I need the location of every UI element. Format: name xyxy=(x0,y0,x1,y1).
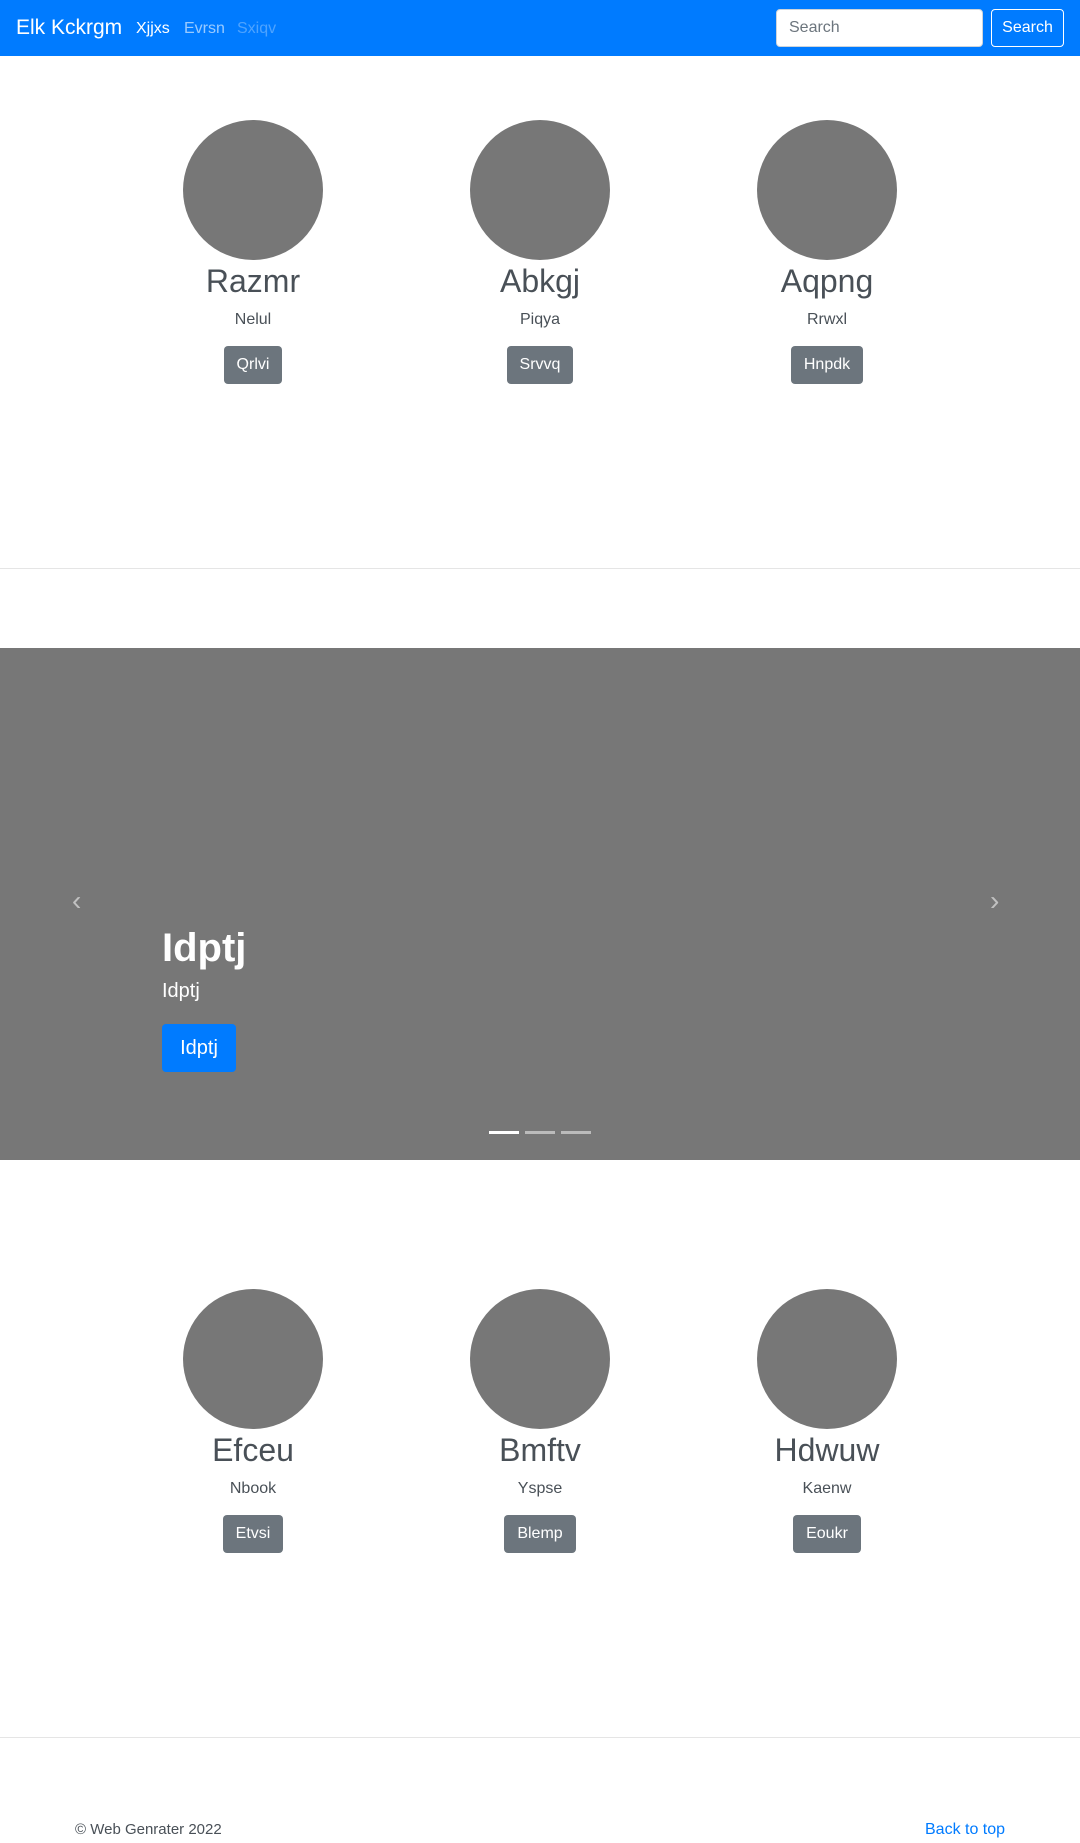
carousel-indicator-2[interactable] xyxy=(525,1131,555,1134)
back-to-top-link[interactable]: Back to top xyxy=(925,1820,1005,1840)
feature-column-1: Razmr Nelul Qrlvi xyxy=(109,120,397,384)
column-subtitle: Nbook xyxy=(229,1480,277,1497)
column-subtitle: Piqya xyxy=(519,311,561,328)
search-button[interactable]: Search xyxy=(991,9,1064,47)
carousel: ‹ › Idptj Idptj Idptj xyxy=(0,648,1080,1160)
column-button[interactable]: Etvsi xyxy=(222,1515,284,1553)
avatar-placeholder xyxy=(183,120,323,260)
avatar-placeholder xyxy=(470,120,610,260)
feature-column-6: Hdwuw Kaenw Eoukr xyxy=(683,1289,971,1553)
section-divider xyxy=(0,568,1080,569)
carousel-prev-icon[interactable]: ‹ xyxy=(72,884,81,918)
column-button[interactable]: Qrlvi xyxy=(223,346,283,384)
section-divider xyxy=(0,1737,1080,1738)
navbar-brand[interactable]: Elk Kckrgm xyxy=(16,14,122,42)
column-title: Razmr xyxy=(205,263,301,299)
feature-column-5: Bmftv Yspse Blemp xyxy=(396,1289,684,1553)
column-button[interactable]: Srvvq xyxy=(506,346,574,384)
footer-copyright: © Web Genrater 2022 xyxy=(75,1821,222,1838)
column-button[interactable]: Hnpdk xyxy=(790,346,864,384)
column-title: Efceu xyxy=(212,1432,294,1468)
nav-link-2[interactable]: Evrsn xyxy=(184,18,225,40)
feature-column-2: Abkgj Piqya Srvvq xyxy=(396,120,684,384)
column-title: Aqpng xyxy=(780,263,874,299)
column-subtitle: Rrwxl xyxy=(807,311,847,328)
search-input[interactable] xyxy=(776,9,983,47)
column-button[interactable]: Blemp xyxy=(504,1515,576,1553)
column-subtitle: Kaenw xyxy=(802,1480,852,1497)
carousel-title: Idptj xyxy=(162,926,247,970)
column-title: Bmftv xyxy=(499,1432,581,1468)
column-button[interactable]: Eoukr xyxy=(793,1515,861,1553)
column-subtitle: Nelul xyxy=(234,311,272,328)
carousel-indicator-3[interactable] xyxy=(561,1131,591,1134)
nav-link-3[interactable]: Sxiqv xyxy=(237,18,276,40)
carousel-indicator-1[interactable] xyxy=(489,1131,519,1134)
avatar-placeholder xyxy=(757,120,897,260)
carousel-subtitle: Idptj xyxy=(162,980,200,1002)
feature-column-3: Aqpng Rrwxl Hnpdk xyxy=(683,120,971,384)
column-title: Abkgj xyxy=(499,263,581,299)
nav-link-1[interactable]: Xjjxs xyxy=(136,18,170,40)
navbar: Elk Kckrgm Xjjxs Evrsn Sxiqv Search xyxy=(0,0,1080,56)
avatar-placeholder xyxy=(757,1289,897,1429)
column-title: Hdwuw xyxy=(774,1432,880,1468)
carousel-button[interactable]: Idptj xyxy=(162,1024,236,1072)
avatar-placeholder xyxy=(470,1289,610,1429)
column-subtitle: Yspse xyxy=(517,1480,563,1497)
avatar-placeholder xyxy=(183,1289,323,1429)
feature-column-4: Efceu Nbook Etvsi xyxy=(109,1289,397,1553)
carousel-next-icon[interactable]: › xyxy=(990,884,999,918)
